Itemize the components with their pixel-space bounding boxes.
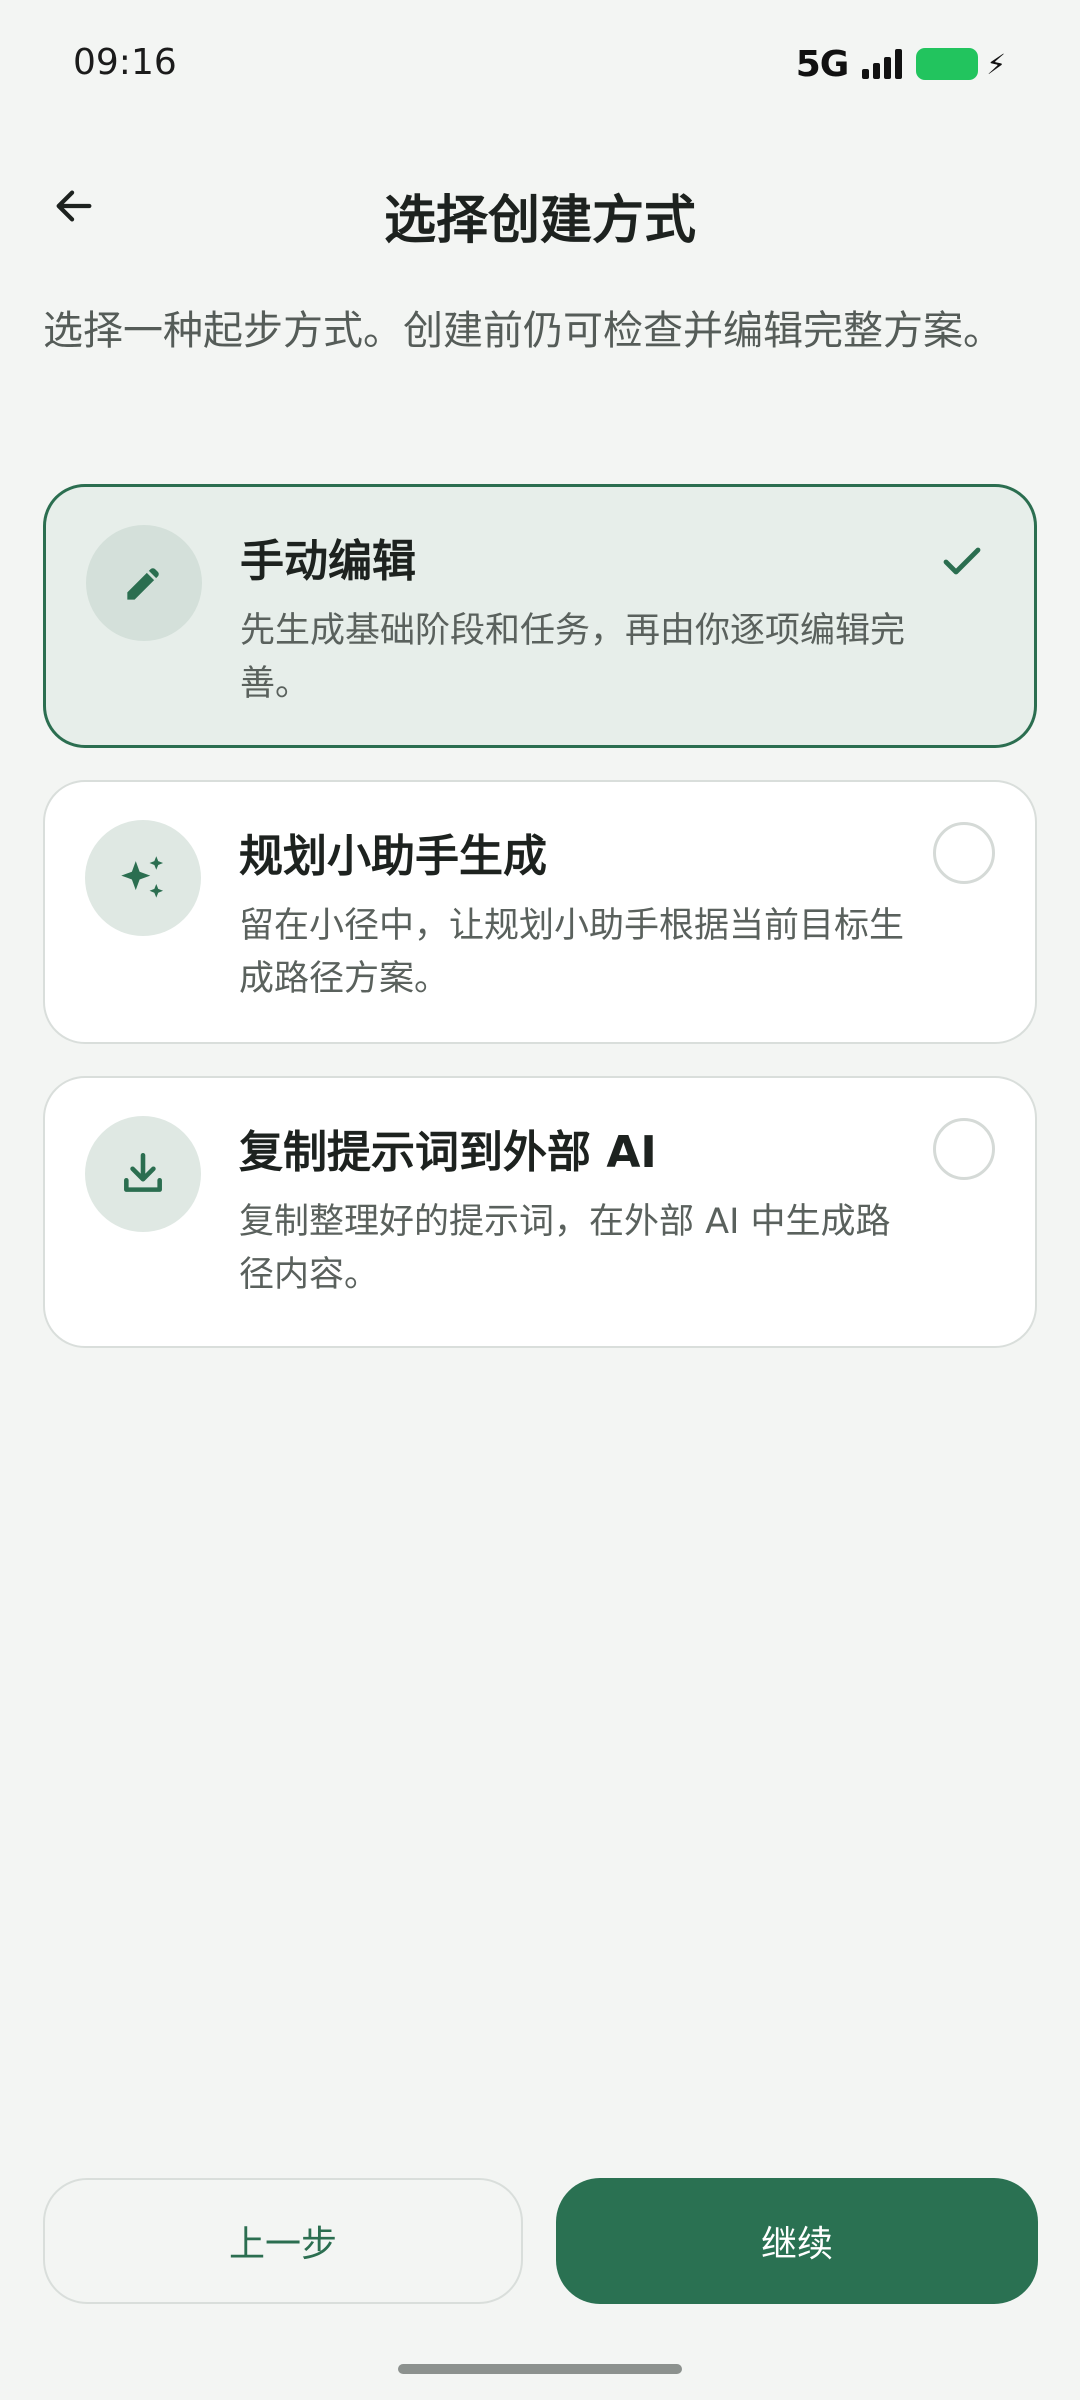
continue-button[interactable]: 继续: [556, 2178, 1038, 2304]
radio-button[interactable]: [933, 822, 995, 884]
radio-button[interactable]: [933, 1118, 995, 1180]
checkmark-icon: [943, 547, 981, 575]
intro-text: 选择一种起步方式。创建前仍可检查并编辑完整方案。: [43, 308, 1003, 354]
option-icon-container: [86, 525, 202, 641]
battery-icon: [916, 48, 979, 80]
option-icon-container: [85, 1116, 201, 1232]
option-description: 留在小径中，让规划小助手根据当前目标生成路径方案。: [239, 906, 905, 999]
option-card-assistant-generate[interactable]: 规划小助手生成 留在小径中，让规划小助手根据当前目标生成路径方案。: [43, 780, 1037, 1044]
page-title: 选择创建方式: [383, 191, 696, 251]
option-title: 手动编辑: [240, 536, 416, 587]
sparkles-icon: [121, 856, 164, 898]
footer-actions: 上一步 继续: [0, 2178, 1080, 2304]
option-title: 规划小助手生成: [239, 831, 547, 882]
signal-icon: [862, 49, 903, 79]
status-bar: 09:16 5G ⚡: [0, 0, 1080, 130]
option-card-manual-edit[interactable]: 手动编辑 先生成基础阶段和任务，再由你逐项编辑完善。: [43, 484, 1037, 748]
option-title: 复制提示词到外部 AI: [239, 1127, 657, 1178]
option-description: 先生成基础阶段和任务，再由你逐项编辑完善。: [240, 611, 906, 704]
option-description: 复制整理好的提示词，在外部 AI 中生成路径内容。: [239, 1202, 891, 1295]
status-time: 09:16: [73, 42, 177, 83]
option-icon-container: [85, 820, 201, 936]
option-card-copy-prompt[interactable]: 复制提示词到外部 AI 复制整理好的提示词，在外部 AI 中生成路径内容。: [43, 1076, 1037, 1348]
charging-icon: ⚡: [986, 47, 1006, 81]
pencil-icon: [127, 568, 159, 600]
previous-step-button[interactable]: 上一步: [43, 2178, 523, 2304]
app-header: 选择创建方式: [0, 160, 1080, 251]
network-type-label: 5G: [795, 43, 850, 85]
download-icon: [124, 1152, 162, 1192]
home-indicator[interactable]: [398, 2364, 682, 2374]
status-icons: 5G ⚡: [795, 43, 1006, 85]
